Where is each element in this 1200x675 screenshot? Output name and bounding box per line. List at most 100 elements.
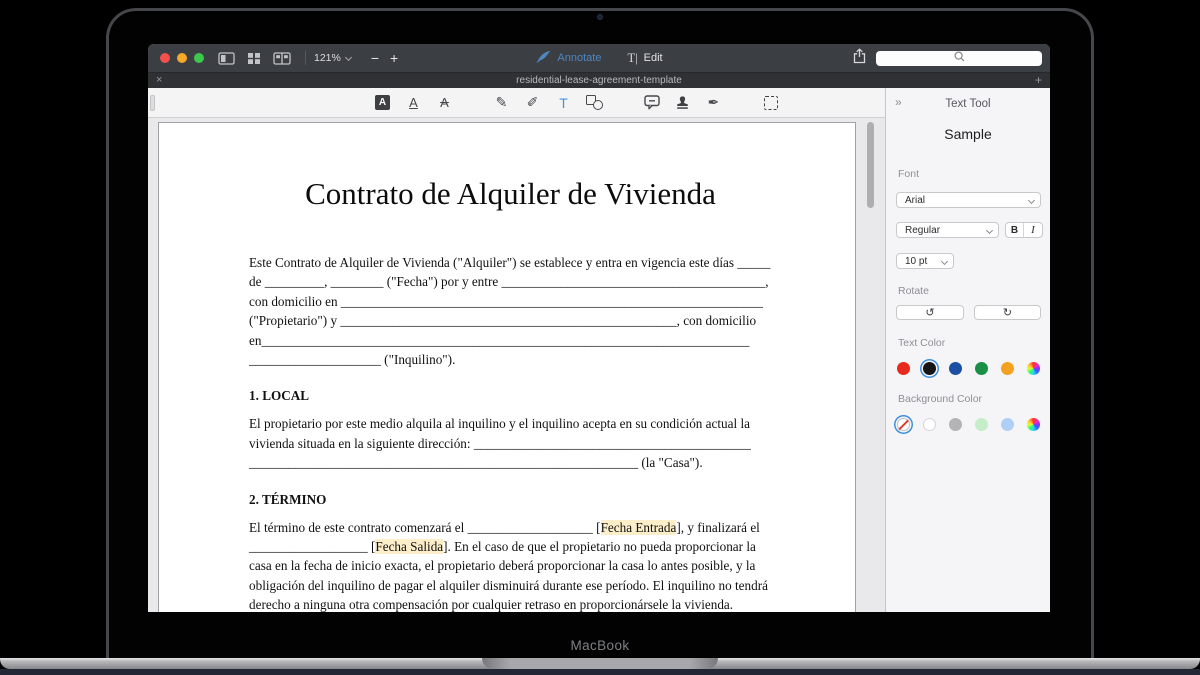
edit-label: Edit (643, 52, 663, 64)
rotate-right-button[interactable]: ↻ (974, 305, 1041, 320)
font-style-select[interactable]: Regular (896, 222, 999, 238)
orange-swatch[interactable] (1001, 362, 1014, 375)
doc-text: ], y finalizará el (676, 519, 760, 535)
doc-text: ("Propietario") y ______________________… (249, 313, 757, 329)
thumbnail-panel-icon[interactable] (218, 51, 235, 65)
doc-paragraph: Este Contrato de Alquiler de Vivienda ("… (249, 253, 772, 369)
rainbow-swatch[interactable] (1027, 362, 1040, 375)
font-sample-preview: Sample (944, 126, 992, 142)
doc-text: ____________________ ("Inquilino"). (249, 352, 456, 368)
rotate-ccw-icon: ↺ (925, 306, 935, 319)
window-controls (160, 53, 204, 63)
macbook-base (0, 658, 1200, 669)
view-mode-buttons (218, 51, 291, 65)
strikethrough-icon[interactable]: A (434, 92, 456, 114)
shapes-icon[interactable] (584, 92, 606, 114)
zoom-in-button[interactable]: + (387, 51, 401, 65)
fullscreen-window-button[interactable] (194, 53, 204, 63)
text-tool-icon[interactable]: T (553, 92, 575, 114)
marker-icon[interactable]: ✐ (522, 92, 544, 114)
doc-line: casa en la fecha de inicio exacta, el pr… (249, 556, 772, 575)
rotate-label: Rotate (898, 285, 929, 297)
light-green-swatch[interactable] (975, 418, 988, 431)
note-icon[interactable] (641, 92, 663, 114)
macbook-base-notch (482, 658, 718, 669)
doc-text: Este Contrato de Alquiler de Vivienda ("… (249, 255, 771, 270)
chevron-down-icon[interactable] (344, 53, 352, 61)
quill-icon (535, 50, 551, 66)
doc-text: ________________________________________… (249, 455, 703, 471)
rotate-left-button[interactable]: ↺ (896, 305, 964, 320)
white-swatch[interactable] (923, 418, 936, 431)
black-swatch[interactable] (923, 362, 936, 375)
titlebar: 121% − + Annotate T| Edit (148, 44, 1050, 72)
bold-button[interactable]: B (1006, 223, 1024, 237)
annotation-toolbar: A A A ✎ ✐ T ✒ (148, 88, 885, 118)
doc-line: de _________, ________ ("Fecha") por y e… (249, 272, 772, 291)
font-family-select[interactable]: Arial (896, 192, 1041, 208)
signature-icon[interactable]: ✒ (703, 92, 725, 114)
two-page-view-icon[interactable] (273, 51, 291, 65)
doc-text: con domicilio en _______________________… (249, 293, 763, 309)
pencil-icon[interactable]: ✎ (491, 92, 513, 114)
search-icon (953, 49, 965, 67)
doc-line: con domicilio en _______________________… (249, 292, 772, 311)
font-label: Font (898, 168, 920, 180)
tab-annotate[interactable]: Annotate (535, 50, 601, 66)
rotate-cw-icon: ↻ (1002, 306, 1013, 319)
zoom-level-value[interactable]: 121% (314, 52, 341, 64)
tab-close-button[interactable]: × (156, 74, 162, 86)
document-tab-title[interactable]: residential-lease-agreement-template (516, 75, 682, 86)
doc-line: obligación del inquilino de pagar el alq… (249, 576, 772, 595)
macbook-base-shadow (0, 669, 1200, 675)
blue-swatch[interactable] (949, 362, 962, 375)
mode-tabs: Annotate T| Edit (535, 44, 663, 72)
search-input[interactable] (876, 49, 1042, 67)
doc-line: Este Contrato de Alquiler de Vivienda ("… (249, 253, 772, 272)
selection-icon[interactable] (760, 92, 782, 114)
green-swatch[interactable] (975, 362, 988, 375)
sidebar-toggle-handle[interactable] (150, 95, 155, 111)
text-tool-panel: » Text Tool Sample Font Arial Regular B … (885, 88, 1050, 612)
doc-text: El propietario por este medio alquila al… (249, 416, 750, 432)
panel-title: Text Tool (945, 98, 991, 110)
light-blue-swatch[interactable] (1001, 418, 1014, 431)
stamp-icon[interactable] (672, 92, 694, 114)
share-icon[interactable] (853, 47, 866, 69)
doc-text: vivienda situada en la siguiente direcci… (249, 435, 751, 451)
italic-button[interactable]: I (1024, 223, 1042, 237)
font-style-value: Regular (905, 224, 941, 236)
red-swatch[interactable] (897, 362, 910, 375)
doc-text: El término de este contrato comenzará el… (249, 519, 601, 535)
tab-edit[interactable]: T| Edit (627, 51, 662, 66)
none-swatch[interactable] (897, 418, 910, 431)
document-viewport: Contrato de Alquiler de Vivienda Este Co… (148, 118, 885, 612)
chevron-down-icon (1027, 196, 1036, 205)
annotate-label: Annotate (557, 52, 602, 64)
doc-line: ________________________________________… (249, 453, 772, 472)
bold-italic-group: B I (1005, 222, 1043, 238)
underline-icon[interactable]: A (403, 92, 425, 114)
new-tab-button[interactable]: + (1035, 73, 1042, 87)
doc-text: ]. En el caso de que el propietario no p… (443, 539, 756, 555)
highlighted-field: Fecha Entrada (600, 519, 677, 535)
doc-text: obligación del inquilino de pagar el alq… (249, 577, 768, 593)
text-color-label: Text Color (898, 337, 946, 349)
gray-swatch[interactable] (949, 418, 962, 431)
rainbow-swatch[interactable] (1027, 418, 1040, 431)
vertical-scrollbar[interactable] (867, 122, 874, 208)
highlight-text-icon[interactable]: A (372, 92, 394, 114)
close-window-button[interactable] (160, 53, 170, 63)
doc-text: en______________________________________… (249, 332, 750, 348)
doc-text: __________________ [ (249, 539, 376, 555)
doc-line: __________________ [Fecha Salida]. En el… (249, 537, 772, 556)
text-edit-icon: T| (627, 50, 638, 65)
font-size-select[interactable]: 10 pt (896, 253, 954, 269)
doc-paragraph: El propietario por este medio alquila al… (249, 414, 772, 472)
minimize-window-button[interactable] (177, 53, 187, 63)
doc-line: El término de este contrato comenzará el… (249, 518, 772, 537)
zoom-out-button[interactable]: − (368, 51, 382, 65)
doc-line: en______________________________________… (249, 331, 772, 350)
grid-view-icon[interactable] (247, 52, 261, 65)
doc-line: ____________________ ("Inquilino"). (249, 350, 772, 369)
